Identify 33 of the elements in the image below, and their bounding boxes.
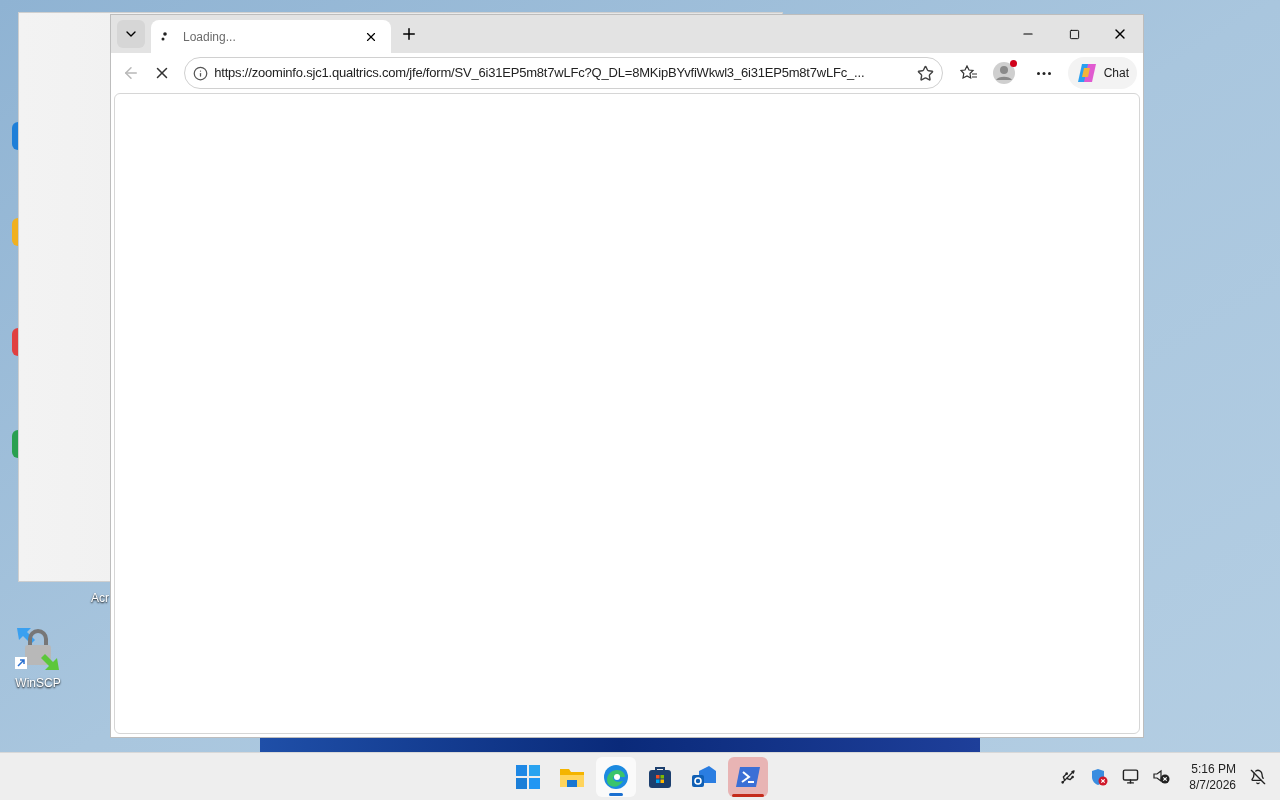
windows-logo-icon [516,765,540,789]
clock-date: 8/7/2026 [1189,776,1236,793]
browser-logo-icon [603,764,629,790]
copilot-logo-icon [1075,62,1098,84]
chat-button[interactable]: Chat [1067,57,1137,89]
taskbar-app-button[interactable] [728,757,768,797]
url-text: https://zoominfo.sjc1.qualtrics.com/jfe/form/SV_6i31EP5m8t7wLFc?Q_DL=8MKipBYvfiWkwl3_6i31EP5m8t7wLFc_... [214,64,866,83]
usb-drive-icon[interactable] [1060,768,1077,785]
site-info-icon[interactable] [193,65,209,81]
shield-warning-icon[interactable] [1090,767,1109,786]
clock[interactable]: 5:16 PM 8/7/2026 [1189,760,1236,793]
active-indicator [609,793,623,796]
mail-app-icon [691,765,717,789]
store-bag-icon [648,765,672,789]
desktop-icon-label: Acr [91,590,109,607]
tab-title: Loading... [183,28,237,46]
browser-tab[interactable]: Loading... [151,20,391,53]
more-icon [1036,71,1051,75]
clock-time: 5:16 PM [1191,760,1236,777]
taskbar-app-button[interactable] [596,757,636,797]
avatar-icon [993,62,1016,84]
notifications-icon[interactable] [1250,768,1266,785]
favorites-list-icon [959,65,978,81]
speaker-muted-icon[interactable] [1153,768,1172,785]
terminal-icon [735,766,761,788]
plus-icon [400,25,418,43]
attention-indicator [732,794,764,797]
favorite-star-icon[interactable] [916,64,934,82]
folder-icon [559,766,585,788]
tab-list-button[interactable] [117,20,145,48]
network-icon[interactable] [1122,768,1140,785]
maximize-icon [1068,28,1080,40]
desktop-icon-label: WinSCP [15,675,61,692]
